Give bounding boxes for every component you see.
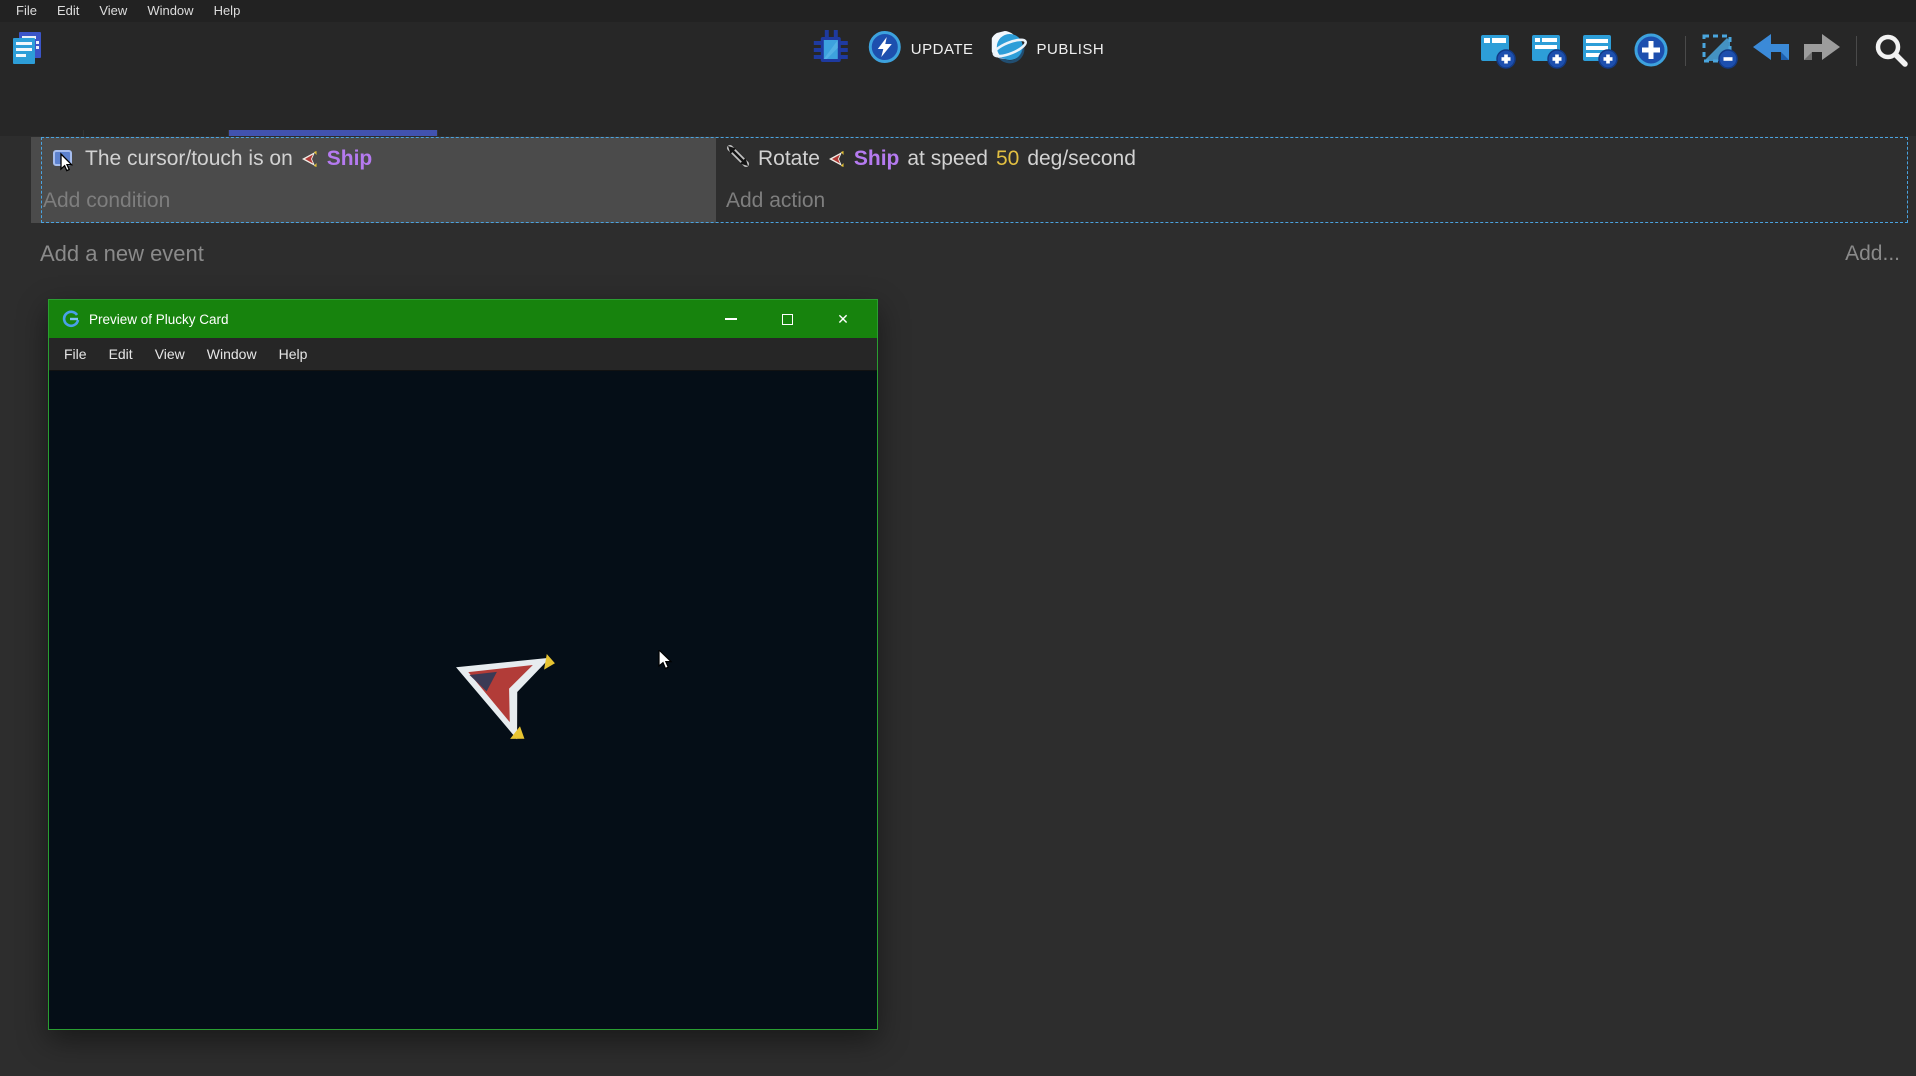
publish-label: PUBLISH xyxy=(1037,41,1105,58)
publish-planet-icon xyxy=(992,29,1028,69)
preview-menu-view[interactable]: View xyxy=(144,346,196,362)
conditions-panel: The cursor/touch is on Ship Add conditio… xyxy=(31,137,716,223)
preview-menu-file[interactable]: File xyxy=(53,346,98,362)
action-connector: at speed xyxy=(907,147,988,171)
undo-button[interactable] xyxy=(1752,32,1790,70)
app-menubar: File Edit View Window Help xyxy=(0,0,1916,22)
events-footer-row: Add a new event Add... xyxy=(0,234,1916,274)
delete-selection-icon xyxy=(1701,31,1739,72)
gdevelop-app: File Edit View Window Help xyxy=(0,0,1916,1076)
close-button[interactable]: ✕ xyxy=(831,300,855,338)
toolbar-right-group xyxy=(1479,30,1910,72)
add-subevent-button[interactable] xyxy=(1530,32,1568,70)
add-new-event-button[interactable]: Add a new event xyxy=(0,241,204,267)
toolbar-separator xyxy=(1685,36,1686,66)
add-circle-icon xyxy=(1633,32,1669,71)
preview-window-title: Preview of Plucky Card xyxy=(89,312,229,327)
actions-panel: Rotate Ship at speed 50 deg/second xyxy=(716,137,1908,223)
project-manager-button[interactable] xyxy=(8,30,46,68)
main-toolbar: UPDATE PUBLISH xyxy=(0,22,1916,136)
undo-icon xyxy=(1751,33,1791,70)
add-comment-icon xyxy=(1581,31,1619,72)
action-object-name: Ship xyxy=(854,147,900,171)
menu-view[interactable]: View xyxy=(89,0,137,22)
preview-titlebar[interactable]: Preview of Plucky Card ✕ xyxy=(49,300,877,338)
menu-file[interactable]: File xyxy=(6,0,47,22)
window-controls: ✕ xyxy=(719,300,877,338)
ship-object-icon xyxy=(828,150,846,168)
mouse-cursor-icon xyxy=(658,650,673,671)
add-choose-event-button[interactable] xyxy=(1632,32,1670,70)
delete-selection-button[interactable] xyxy=(1701,32,1739,70)
rotate-arrows-icon xyxy=(726,144,750,174)
toolbar-separator xyxy=(1856,36,1857,66)
add-action-button[interactable]: Add action xyxy=(716,181,1908,221)
toolbar-center-group: UPDATE PUBLISH xyxy=(812,28,1104,70)
preview-menu-edit[interactable]: Edit xyxy=(98,346,144,362)
add-event-icon xyxy=(1479,31,1517,72)
maximize-icon xyxy=(782,314,793,325)
cursor-on-object-icon xyxy=(53,149,75,169)
publish-button[interactable]: PUBLISH xyxy=(992,29,1105,69)
action-verb: Rotate xyxy=(758,147,820,171)
add-condition-button[interactable]: Add condition xyxy=(31,181,716,221)
search-events-button[interactable] xyxy=(1872,32,1910,70)
add-subevent-icon xyxy=(1530,31,1568,72)
redo-button[interactable] xyxy=(1803,32,1841,70)
maximize-button[interactable] xyxy=(775,300,799,338)
menu-edit[interactable]: Edit xyxy=(47,0,89,22)
preview-menu-help[interactable]: Help xyxy=(268,346,319,362)
condition-text: The cursor/touch is on xyxy=(85,147,293,171)
preview-menubar: File Edit View Window Help xyxy=(49,338,877,371)
preview-menu-window[interactable]: Window xyxy=(196,346,268,362)
menu-window[interactable]: Window xyxy=(137,0,203,22)
condition-item[interactable]: The cursor/touch is on Ship xyxy=(31,137,716,181)
add-event-button[interactable] xyxy=(1479,32,1517,70)
condition-object-name: Ship xyxy=(327,147,373,171)
event-row[interactable]: The cursor/touch is on Ship Add conditio… xyxy=(31,137,1908,223)
redo-icon xyxy=(1802,33,1842,70)
ship-object-icon xyxy=(301,150,319,168)
minimize-icon xyxy=(725,318,737,320)
close-icon: ✕ xyxy=(837,312,849,326)
update-button[interactable]: UPDATE xyxy=(868,30,974,68)
debugger-icon xyxy=(813,30,849,69)
game-canvas[interactable] xyxy=(49,371,877,1029)
minimize-button[interactable] xyxy=(719,300,743,338)
gdevelop-logo-icon xyxy=(62,310,80,328)
action-value: 50 xyxy=(996,147,1019,171)
update-lightning-icon xyxy=(868,30,902,68)
preview-window: Preview of Plucky Card ✕ File Edit View … xyxy=(48,299,878,1030)
update-label: UPDATE xyxy=(911,41,974,58)
add-more-button[interactable]: Add... xyxy=(1845,242,1916,266)
action-unit: deg/second xyxy=(1027,147,1136,171)
menu-help[interactable]: Help xyxy=(204,0,251,22)
add-comment-button[interactable] xyxy=(1581,32,1619,70)
project-manager-icon xyxy=(9,30,45,69)
debugger-button[interactable] xyxy=(812,30,850,68)
ship-sprite[interactable] xyxy=(433,615,576,758)
action-item[interactable]: Rotate Ship at speed 50 deg/second xyxy=(716,137,1908,181)
search-icon xyxy=(1873,32,1909,71)
